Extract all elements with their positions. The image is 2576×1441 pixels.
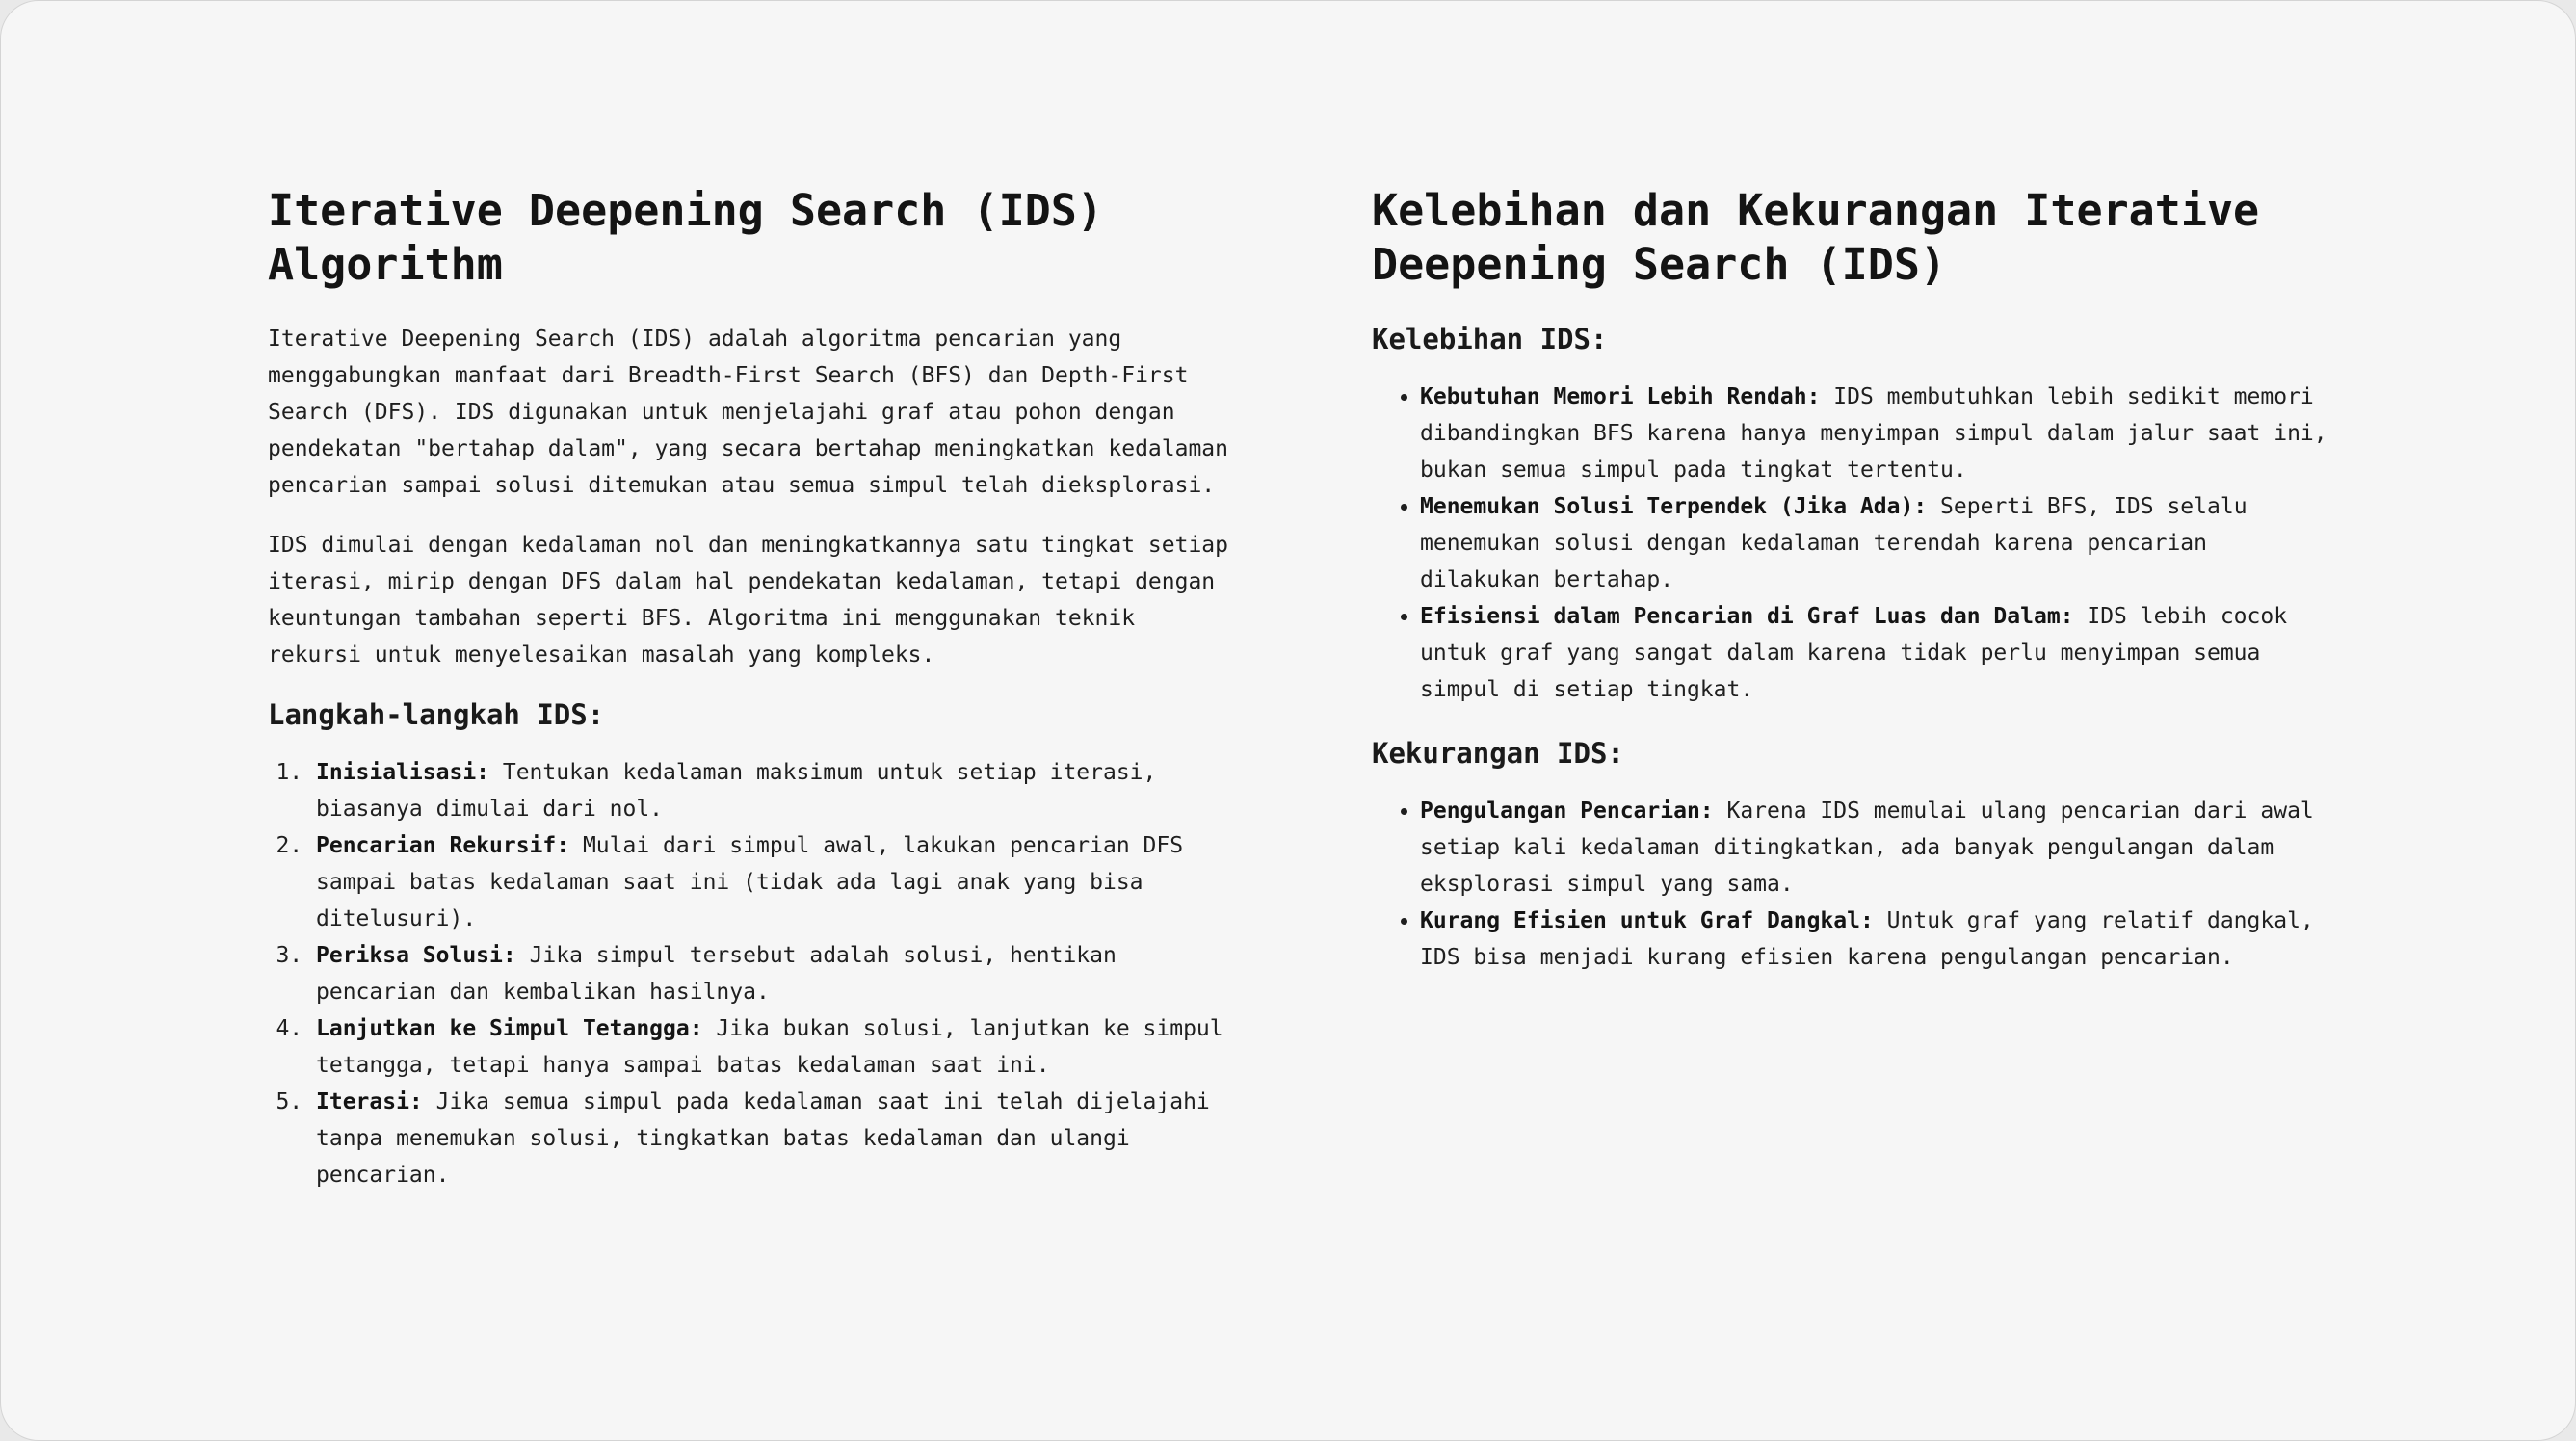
step-term: Iterasi: — [316, 1089, 423, 1114]
advantage-term: Efisiensi dalam Pencarian di Graf Luas d… — [1420, 604, 2074, 629]
step-item: Inisialisasi: Tentukan kedalaman maksimu… — [316, 754, 1231, 827]
step-term: Inisialisasi: — [316, 760, 490, 785]
step-term: Pencarian Rekursif: — [316, 833, 570, 858]
right-column: Kelebihan dan Kekurangan Iterative Deepe… — [1372, 184, 2335, 1003]
advantages-list: Kebutuhan Memori Lebih Rendah: IDS membu… — [1372, 379, 2335, 708]
advantage-item: Menemukan Solusi Terpendek (Jika Ada): S… — [1420, 488, 2335, 598]
intro-paragraph-1: Iterative Deepening Search (IDS) adalah … — [268, 327, 1228, 498]
advantages-heading: Kelebihan IDS: — [1372, 323, 1608, 355]
step-term: Lanjutkan ke Simpul Tetangga: — [316, 1016, 703, 1041]
slide-card: Iterative Deepening Search (IDS) Algorit… — [0, 0, 2576, 1441]
left-column: Iterative Deepening Search (IDS) Algorit… — [268, 184, 1231, 1220]
disadvantages-list: Pengulangan Pencarian: Karena IDS memula… — [1372, 793, 2335, 976]
steps-list: Inisialisasi: Tentukan kedalaman maksimu… — [268, 754, 1231, 1193]
step-item: Iterasi: Jika semua simpul pada kedalama… — [316, 1084, 1231, 1193]
advantage-item: Efisiensi dalam Pencarian di Graf Luas d… — [1420, 598, 2335, 708]
step-item: Periksa Solusi: Jika simpul tersebut ada… — [316, 937, 1231, 1010]
left-title: Iterative Deepening Search (IDS) Algorit… — [268, 185, 1103, 290]
advantage-item: Kebutuhan Memori Lebih Rendah: IDS membu… — [1420, 379, 2335, 488]
disadvantage-term: Kurang Efisien untuk Graf Dangkal: — [1420, 908, 1874, 933]
step-item: Lanjutkan ke Simpul Tetangga: Jika bukan… — [316, 1010, 1231, 1084]
steps-heading: Langkah-langkah IDS: — [268, 698, 605, 731]
step-term: Periksa Solusi: — [316, 943, 516, 968]
advantage-term: Kebutuhan Memori Lebih Rendah: — [1420, 384, 1821, 409]
step-item: Pencarian Rekursif: Mulai dari simpul aw… — [316, 827, 1231, 937]
intro-paragraph-2: IDS dimulai dengan kedalaman nol dan men… — [268, 533, 1228, 668]
advantage-term: Menemukan Solusi Terpendek (Jika Ada): — [1420, 494, 1928, 519]
disadvantage-item: Pengulangan Pencarian: Karena IDS memula… — [1420, 793, 2335, 903]
step-text: Jika semua simpul pada kedalaman saat in… — [316, 1089, 1210, 1188]
disadvantage-item: Kurang Efisien untuk Graf Dangkal: Untuk… — [1420, 903, 2335, 976]
disadvantages-heading: Kekurangan IDS: — [1372, 737, 1624, 770]
disadvantage-term: Pengulangan Pencarian: — [1420, 799, 1714, 824]
right-title: Kelebihan dan Kekurangan Iterative Deepe… — [1372, 185, 2260, 290]
